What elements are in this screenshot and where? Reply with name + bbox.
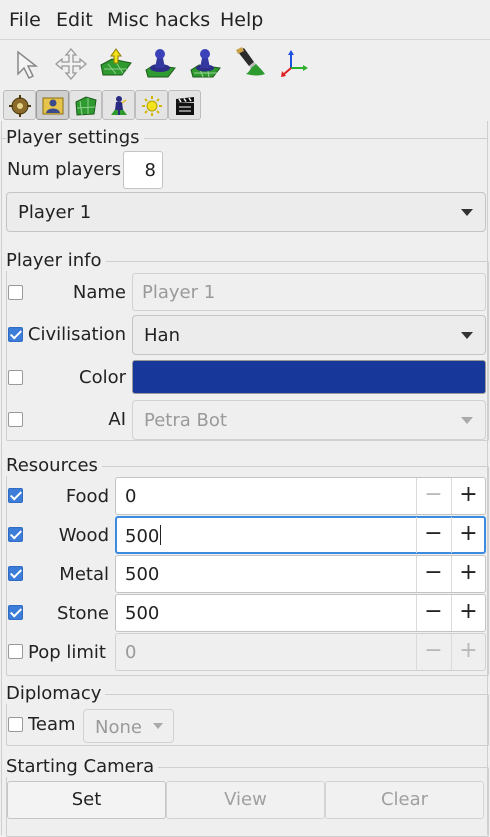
- camera-set-button[interactable]: Set: [7, 781, 166, 819]
- sun-icon: [142, 96, 162, 116]
- player-settings-title: Player settings: [6, 127, 144, 148]
- resources-title: Resources: [6, 455, 102, 476]
- color-label: Color: [79, 367, 126, 388]
- chevron-down-icon: [461, 332, 473, 339]
- food-label: Food: [65, 486, 109, 507]
- team-checkbox[interactable]: [8, 717, 23, 732]
- tab-terrain[interactable]: [69, 90, 102, 120]
- pop-limit-increment-button[interactable]: +: [451, 634, 485, 670]
- ai-select[interactable]: Petra Bot: [132, 400, 486, 440]
- civilisation-checkbox[interactable]: [8, 327, 23, 342]
- name-input[interactable]: Player 1: [132, 273, 486, 311]
- food-checkbox[interactable]: [8, 488, 23, 503]
- stone-label: Stone: [57, 603, 109, 624]
- starting-camera-title: Starting Camera: [6, 756, 159, 777]
- wood-label: Wood: [58, 525, 109, 546]
- player-select[interactable]: Player 1: [6, 192, 486, 232]
- menu-misc-hacks[interactable]: Misc hacks: [107, 9, 210, 31]
- civilisation-value: Han: [144, 325, 180, 346]
- wood-spinbox[interactable]: 500 − +: [115, 516, 486, 554]
- text-cursor: [160, 525, 162, 545]
- tab-map-settings[interactable]: [3, 90, 36, 120]
- team-value: None: [95, 717, 142, 738]
- civilisation-label: Civilisation: [27, 324, 126, 345]
- unit-object-icon: [111, 96, 127, 115]
- metal-value: 500: [125, 564, 160, 585]
- ai-checkbox[interactable]: [8, 412, 23, 427]
- panel-tab-bar: [0, 87, 490, 121]
- civilisation-select[interactable]: Han: [132, 315, 486, 355]
- menu-file[interactable]: File: [9, 9, 41, 31]
- move-icon[interactable]: [53, 46, 89, 82]
- food-value: 0: [125, 486, 137, 507]
- player-info-title: Player info: [6, 250, 106, 271]
- terrain-icon: [75, 96, 97, 116]
- name-checkbox[interactable]: [8, 285, 23, 300]
- pop-limit-checkbox[interactable]: [8, 644, 23, 659]
- chevron-down-icon: [153, 723, 163, 729]
- tab-player-settings[interactable]: [36, 90, 69, 120]
- tab-environment[interactable]: [135, 90, 168, 120]
- chevron-down-icon: [461, 417, 473, 424]
- team-select[interactable]: None: [83, 709, 174, 743]
- color-checkbox[interactable]: [8, 370, 23, 385]
- player-pawn-icon[interactable]: [142, 44, 178, 80]
- menu-edit[interactable]: Edit: [56, 9, 93, 31]
- player-pawn-grid-icon[interactable]: [187, 44, 223, 80]
- chevron-down-icon: [461, 209, 473, 216]
- player-color-swatch[interactable]: [132, 360, 486, 394]
- wood-decrement-button[interactable]: −: [416, 517, 450, 553]
- player-select-value: Player 1: [18, 202, 92, 223]
- camera-clear-button[interactable]: Clear: [325, 781, 484, 819]
- food-spinbox[interactable]: 0 − +: [115, 477, 486, 515]
- ai-label: AI: [108, 409, 126, 430]
- axis-transform-icon[interactable]: [277, 46, 313, 82]
- clapperboard-icon: [176, 97, 194, 115]
- map-settings-icon: [9, 95, 31, 117]
- paint-brush-icon[interactable]: [232, 44, 268, 80]
- player-icon: [42, 97, 64, 115]
- team-label: Team: [28, 714, 76, 735]
- tab-cinematics[interactable]: [168, 90, 201, 120]
- pop-limit-spinbox[interactable]: 0 − +: [115, 633, 486, 671]
- toolbar: [0, 40, 490, 87]
- select-arrow-icon[interactable]: [10, 46, 46, 82]
- name-label: Name: [72, 282, 126, 303]
- food-increment-button[interactable]: +: [451, 478, 485, 514]
- pop-limit-decrement-button[interactable]: −: [416, 634, 450, 670]
- pop-limit-value: 0: [125, 642, 137, 663]
- diplomacy-title: Diplomacy: [6, 683, 106, 704]
- stone-increment-button[interactable]: +: [451, 595, 485, 631]
- stone-spinbox[interactable]: 500 − +: [115, 594, 486, 632]
- stone-checkbox[interactable]: [8, 605, 23, 620]
- menu-help[interactable]: Help: [220, 9, 263, 31]
- ai-value: Petra Bot: [144, 410, 227, 431]
- camera-view-button[interactable]: View: [166, 781, 325, 819]
- pop-limit-label: Pop limit: [28, 642, 106, 663]
- terrain-raise-icon[interactable]: [98, 45, 134, 81]
- num-players-label: Num players: [7, 159, 122, 180]
- wood-checkbox[interactable]: [8, 527, 23, 542]
- food-decrement-button[interactable]: −: [416, 478, 450, 514]
- metal-decrement-button[interactable]: −: [416, 556, 450, 592]
- stone-decrement-button[interactable]: −: [416, 595, 450, 631]
- num-players-input[interactable]: 8: [123, 151, 163, 189]
- metal-increment-button[interactable]: +: [451, 556, 485, 592]
- wood-increment-button[interactable]: +: [451, 517, 485, 553]
- menu-bar: File Edit Misc hacks Help: [0, 0, 490, 40]
- metal-label: Metal: [59, 564, 109, 585]
- metal-spinbox[interactable]: 500 − +: [115, 555, 486, 593]
- metal-checkbox[interactable]: [8, 566, 23, 581]
- wood-value: 500: [125, 526, 160, 547]
- stone-value: 500: [125, 603, 160, 624]
- tab-object[interactable]: [102, 90, 135, 120]
